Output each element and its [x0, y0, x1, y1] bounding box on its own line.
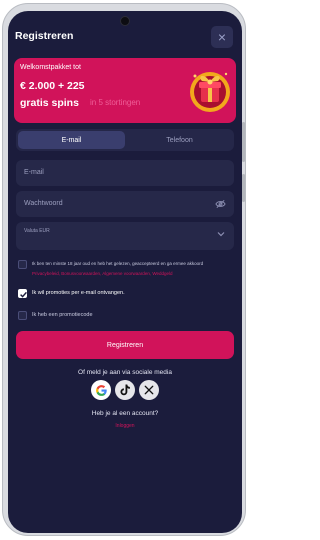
register-button[interactable]: Registreren: [16, 331, 234, 359]
tab-email[interactable]: E-mail: [18, 131, 125, 149]
tab-phone[interactable]: Telefoon: [127, 131, 232, 149]
promocode-row: Ik heb een promotiecode: [18, 311, 232, 323]
phone-frame: Registreren × Welkomstpakket tot € 2.000…: [2, 3, 246, 536]
banner-deposits: in 5 stortingen: [90, 98, 141, 107]
banner-line-1: Welkomstpakket tot: [20, 64, 81, 71]
terms-checkbox[interactable]: [18, 260, 27, 269]
checkmark-icon: [20, 291, 27, 298]
gift-box-icon: [190, 72, 230, 112]
close-icon: ×: [217, 29, 227, 45]
volume-button: [242, 122, 245, 162]
welcome-bonus-banner: Welkomstpakket tot € 2.000 + 225 gratis …: [14, 58, 236, 123]
x-login-button[interactable]: [139, 380, 159, 400]
banner-amount: € 2.000 + 225: [20, 80, 85, 92]
page-title: Registreren: [15, 30, 74, 42]
email-field[interactable]: E-mail: [16, 160, 234, 186]
currency-label: Valuta EUR: [24, 228, 50, 234]
hide-password-icon[interactable]: [215, 199, 226, 209]
tiktok-login-button[interactable]: [115, 380, 135, 400]
close-button[interactable]: ×: [211, 26, 233, 48]
registration-screen: Registreren × Welkomstpakket tot € 2.000…: [8, 11, 242, 533]
account-question: Heb je al een account?: [91, 410, 159, 417]
password-placeholder: Wachtwoord: [24, 200, 63, 207]
currency-select[interactable]: Valuta EUR: [16, 222, 234, 250]
promo-checkbox[interactable]: [18, 289, 27, 298]
front-camera: [120, 16, 130, 26]
banner-spins: gratis spins: [20, 97, 79, 109]
password-field[interactable]: Wachtwoord: [16, 191, 234, 217]
social-login-title: Of meld je aan via sociale media: [78, 369, 172, 376]
login-method-tabs: E-mail Telefoon: [16, 129, 234, 151]
email-placeholder: E-mail: [24, 169, 44, 176]
terms-row: Ik ben ten minste 18 jaar oud en heb het…: [18, 260, 232, 280]
terms-links[interactable]: Privacybeleid, Bonusvoorwaarden, Algemen…: [32, 271, 232, 276]
login-link[interactable]: Inloggen: [8, 423, 242, 429]
power-button: [242, 174, 245, 202]
google-icon: [95, 384, 107, 396]
promo-label: Ik wil promoties per e-mail ontvangen.: [32, 290, 125, 296]
google-login-button[interactable]: [91, 380, 111, 400]
x-icon: [144, 385, 154, 395]
promo-row: Ik wil promoties per e-mail ontvangen.: [18, 289, 232, 301]
promocode-label: Ik heb een promotiecode: [32, 312, 93, 318]
promocode-checkbox[interactable]: [18, 311, 27, 320]
terms-text: Ik ben ten minste 18 jaar oud en heb het…: [32, 261, 204, 266]
chevron-down-icon: [217, 232, 225, 237]
tiktok-icon: [119, 384, 130, 396]
